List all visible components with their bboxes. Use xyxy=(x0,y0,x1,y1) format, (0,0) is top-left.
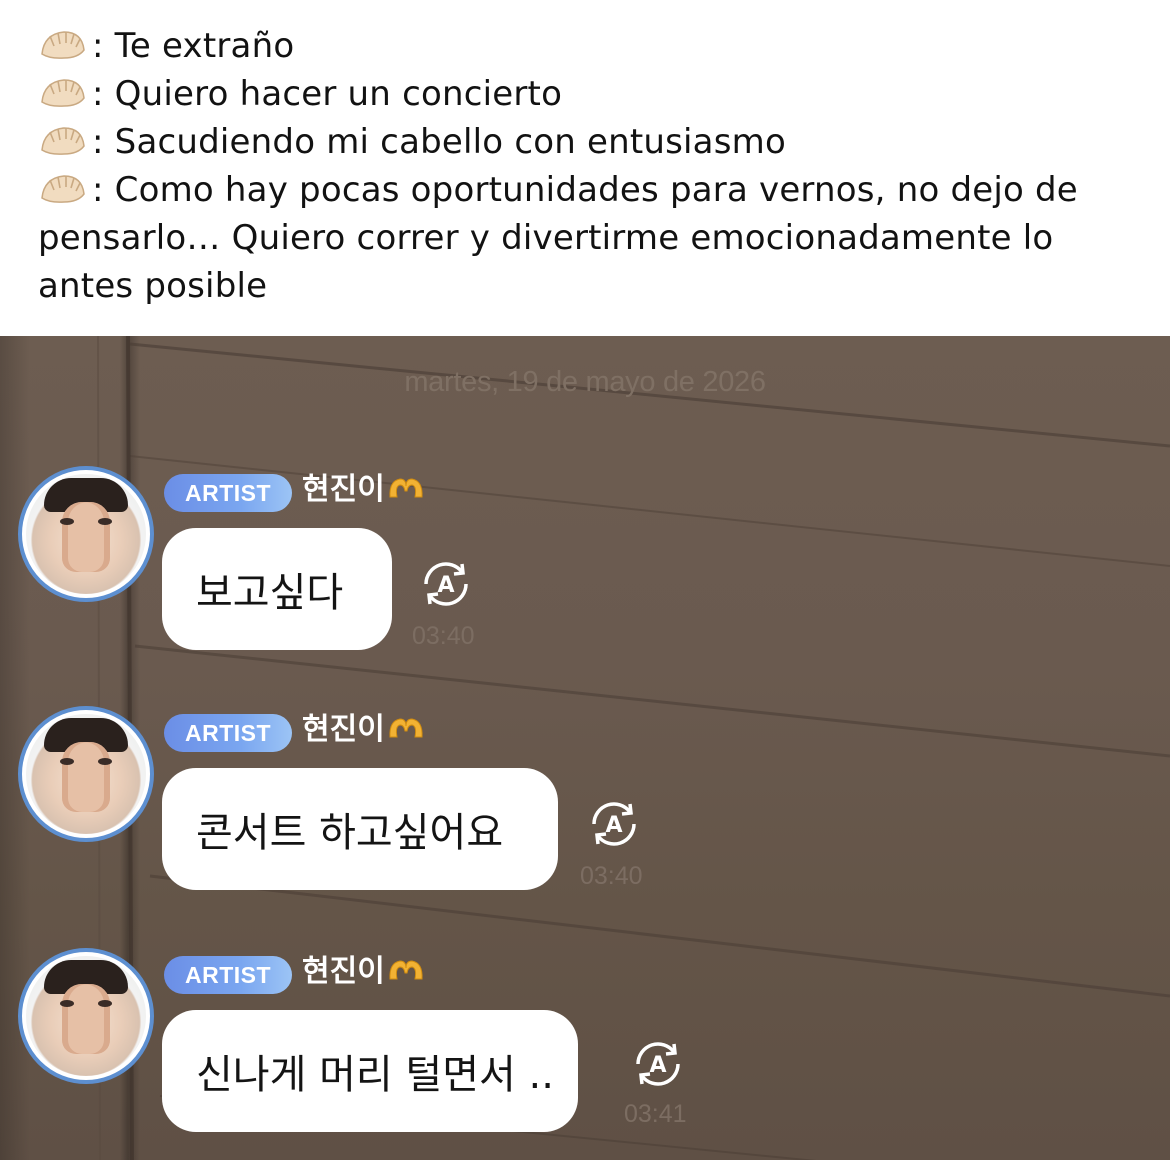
caption-text: : Sacudiendo mi cabello con entusiasmo xyxy=(92,122,786,162)
chat-message: ARTIST 현진이 콘서트 하고싶어요 A 03:40 xyxy=(0,706,1170,906)
artist-badge: ARTIST xyxy=(164,956,292,994)
caption-line-4: : Como hay pocas oportunidades para vern… xyxy=(38,166,1138,310)
avatar[interactable] xyxy=(18,948,154,1084)
artist-badge: ARTIST xyxy=(164,714,292,752)
dumpling-icon xyxy=(41,127,85,155)
heart-hands-icon xyxy=(389,478,423,498)
message-time: 03:40 xyxy=(412,622,475,650)
caption-text: : Como hay pocas oportunidades para vern… xyxy=(38,170,1078,306)
chat-message: ARTIST 현진이 보고싶다 A 03:40 xyxy=(0,466,1170,666)
chat-message: ARTIST 현진이 신나게 머리 털면서 .. A 03:41 xyxy=(0,948,1170,1148)
dumpling-icon xyxy=(41,175,85,203)
message-time: 03:40 xyxy=(580,862,643,890)
author-name: 현진이 xyxy=(302,470,425,510)
avatar[interactable] xyxy=(18,706,154,842)
dumpling-icon xyxy=(41,79,85,107)
avatar[interactable] xyxy=(18,466,154,602)
caption-line-1: : Te extraño xyxy=(38,22,1134,70)
author-name: 현진이 xyxy=(302,710,425,750)
message-time: 03:41 xyxy=(624,1100,687,1128)
auto-translate-icon[interactable]: A xyxy=(418,556,474,612)
svg-text:A: A xyxy=(649,1053,666,1078)
auto-translate-icon[interactable]: A xyxy=(586,796,642,852)
caption-line-3: : Sacudiendo mi cabello con entusiasmo xyxy=(38,118,1134,166)
caption-text-block: : Te extraño : Quiero hacer un concierto… xyxy=(0,0,1170,336)
auto-translate-icon[interactable]: A xyxy=(630,1036,686,1092)
svg-text:A: A xyxy=(605,813,622,838)
date-separator: martes, 19 de mayo de 2026 xyxy=(404,366,766,398)
message-bubble[interactable]: 신나게 머리 털면서 .. xyxy=(162,1010,578,1132)
heart-hands-icon xyxy=(389,960,423,980)
svg-text:A: A xyxy=(437,573,454,598)
artist-badge: ARTIST xyxy=(164,474,292,512)
message-bubble[interactable]: 보고싶다 xyxy=(162,528,392,650)
message-bubble[interactable]: 콘서트 하고싶어요 xyxy=(162,768,558,890)
caption-line-2: : Quiero hacer un concierto xyxy=(38,70,1134,118)
heart-hands-icon xyxy=(389,718,423,738)
dumpling-icon xyxy=(41,31,85,59)
author-name: 현진이 xyxy=(302,952,425,992)
chat-screenshot: martes, 19 de mayo de 2026 ARTIST 현진이 보고… xyxy=(0,336,1170,1160)
caption-text: : Quiero hacer un concierto xyxy=(92,74,563,114)
caption-text: : Te extraño xyxy=(92,26,295,66)
